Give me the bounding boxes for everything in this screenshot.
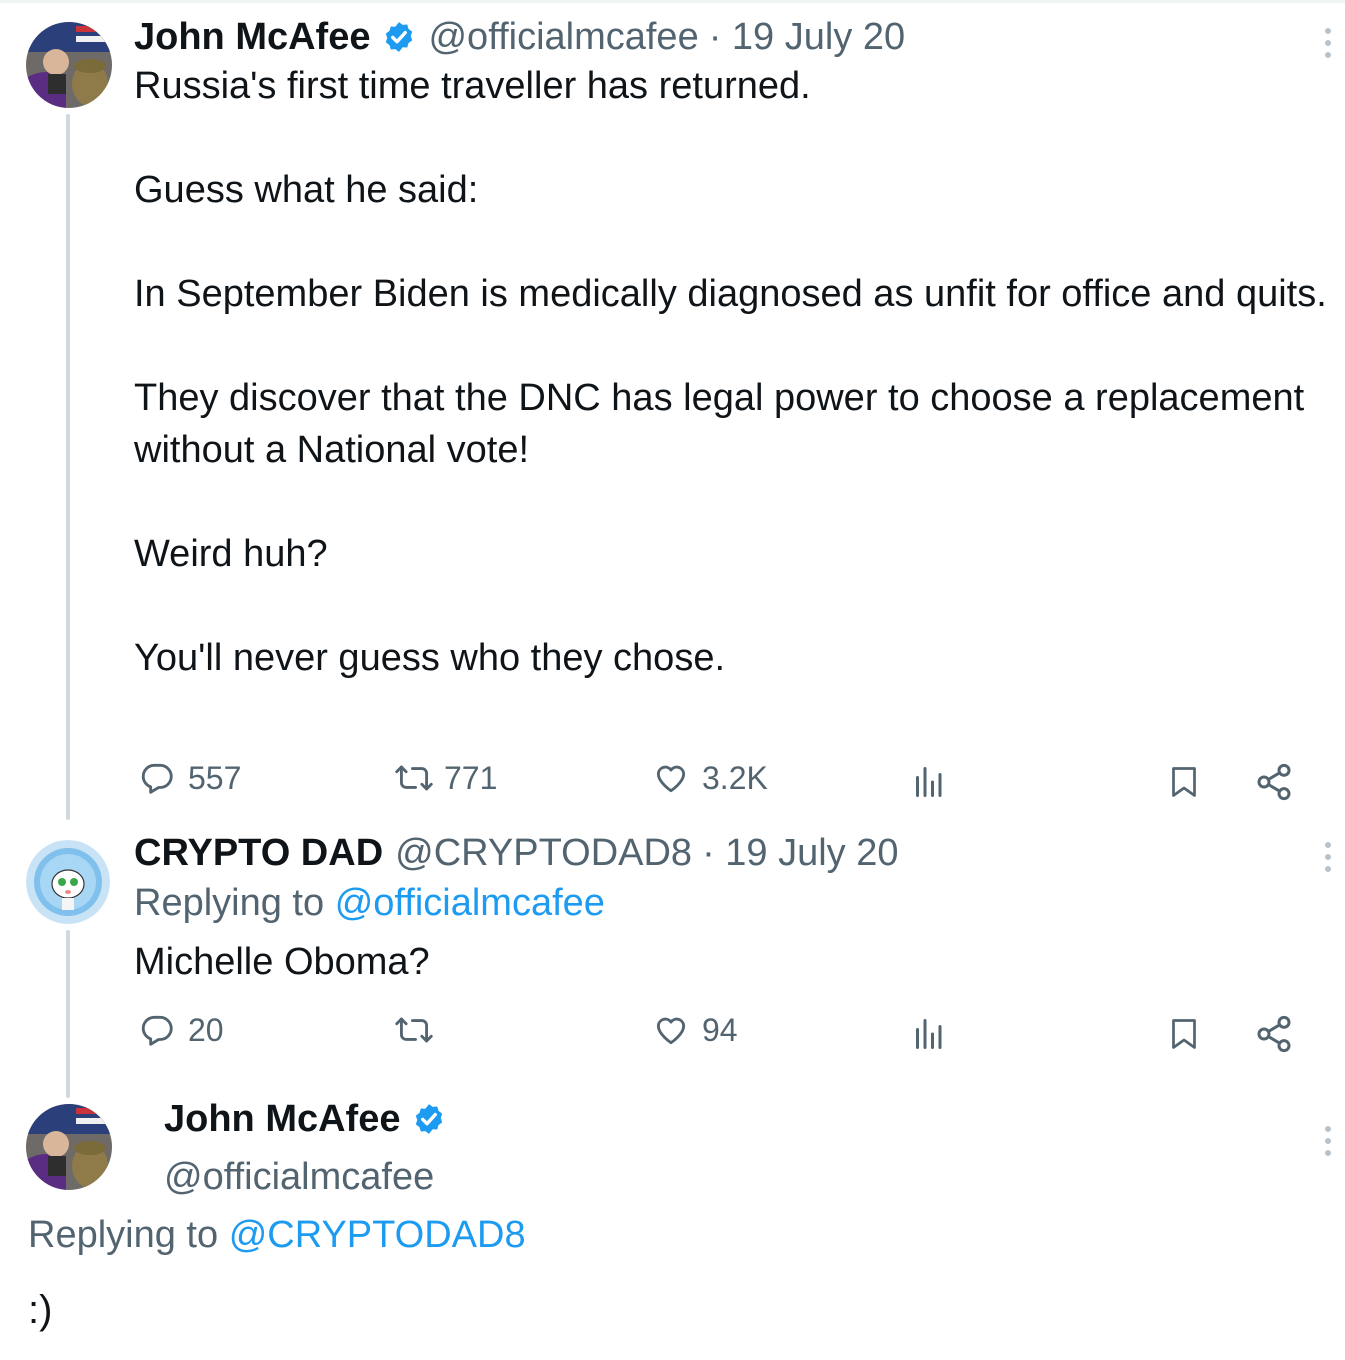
avatar-image	[26, 22, 112, 108]
verified-badge-icon	[416, 1104, 443, 1134]
replying-to-link[interactable]: @officialmcafee	[335, 882, 605, 924]
retweet-button[interactable]: 771	[392, 754, 497, 802]
retweet-icon	[395, 1017, 433, 1043]
reply-button[interactable]: 557	[138, 754, 241, 802]
replying-to: Replying to @officialmcafee	[134, 882, 605, 925]
reply-count: 557	[188, 759, 242, 796]
bookmark-icon	[1172, 767, 1196, 797]
tweet-1-header: John McAfee @officialmcafee · 19 July 20	[134, 14, 905, 60]
share-icon	[1257, 763, 1291, 801]
share-icon	[1257, 1015, 1291, 1053]
author-name[interactable]: John McAfee	[164, 1098, 400, 1141]
heart-icon	[656, 1017, 686, 1045]
views-icon	[916, 1019, 942, 1049]
bookmark-icon	[1172, 1019, 1196, 1049]
tweet-2-header: CRYPTO DAD @CRYPTODAD8 · 19 July 20	[134, 830, 899, 876]
like-button[interactable]: 94	[652, 1006, 738, 1054]
author-handle[interactable]: @CRYPTODAD8	[395, 832, 692, 875]
views-button[interactable]	[910, 758, 946, 806]
avatar-john-mcafee[interactable]	[26, 1104, 112, 1190]
author-name[interactable]: CRYPTO DAD	[134, 832, 383, 875]
share-button[interactable]	[1254, 1010, 1294, 1058]
reply-button[interactable]: 20	[138, 1006, 224, 1054]
more-icon[interactable]	[1323, 28, 1333, 58]
retweet-count: 771	[444, 759, 498, 796]
tweet-date[interactable]: · 19 July 20	[702, 832, 898, 875]
more-icon[interactable]	[1323, 842, 1333, 872]
verified-badge-icon	[386, 22, 413, 52]
share-button[interactable]	[1254, 758, 1294, 806]
main-tweet-header: John McAfee @officialmcafee	[164, 1096, 446, 1202]
thread-line-1	[66, 114, 70, 820]
thread-line-2	[66, 930, 70, 1098]
retweet-icon	[395, 765, 433, 791]
replying-to-label: Replying to	[134, 882, 325, 924]
tweet-1-text: Russia's first time traveller has return…	[134, 65, 1327, 679]
avatar-crypto-dad[interactable]	[26, 840, 110, 924]
views-icon	[916, 767, 942, 797]
author-name[interactable]: John McAfee	[134, 16, 370, 59]
more-icon[interactable]	[1323, 1126, 1333, 1156]
main-tweet-text: :)	[28, 1288, 53, 1332]
like-count: 94	[702, 1011, 738, 1048]
heart-icon	[656, 765, 686, 793]
reply-icon	[141, 763, 173, 794]
replying-to: Replying to @CRYPTODAD8	[28, 1214, 526, 1257]
reply-count: 20	[188, 1011, 224, 1048]
avatar-image	[26, 1104, 112, 1190]
retweet-button[interactable]	[392, 1006, 448, 1054]
replying-to-link[interactable]: @CRYPTODAD8	[229, 1214, 526, 1256]
bookmark-button[interactable]	[1166, 758, 1202, 806]
tweet-2-text: Michelle Oboma?	[134, 941, 430, 983]
tweet-date[interactable]: · 19 July 20	[709, 16, 905, 59]
replying-to-label: Replying to	[28, 1214, 219, 1256]
reply-icon	[141, 1015, 173, 1046]
avatar-image	[26, 840, 110, 924]
author-handle[interactable]: @officialmcafee	[164, 1156, 446, 1202]
views-button[interactable]	[910, 1010, 946, 1058]
like-button[interactable]: 3.2K	[652, 754, 768, 802]
author-handle[interactable]: @officialmcafee	[428, 16, 698, 59]
like-count: 3.2K	[702, 759, 768, 796]
bookmark-button[interactable]	[1166, 1010, 1202, 1058]
avatar-john-mcafee[interactable]	[26, 22, 112, 108]
author-name-row: John McAfee	[164, 1096, 446, 1142]
top-divider	[0, 0, 1345, 3]
